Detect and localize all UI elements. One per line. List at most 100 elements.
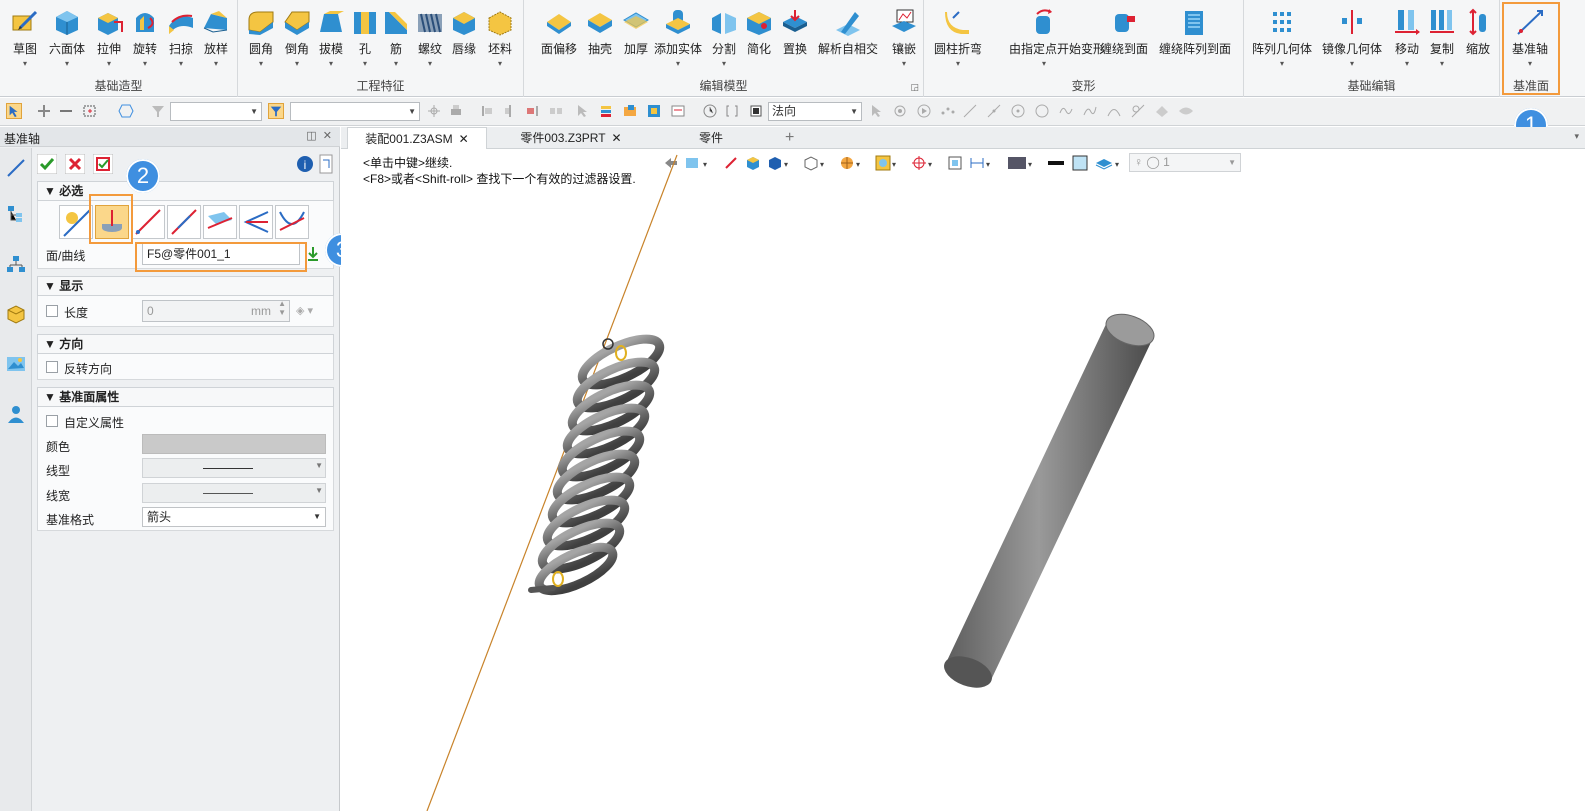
box-icon (56, 11, 78, 35)
spring-model[interactable] (528, 330, 666, 600)
spinner-icon[interactable]: ▲ ▼ (278, 299, 286, 317)
color-swatch[interactable] (142, 434, 326, 454)
help-book-icon[interactable] (319, 154, 333, 174)
ribbon-group-basic-edit: 阵列几何体 ▾ 镜像几何体 ▾ 移动 ▾ 复制 ▾ 缩放 基础编辑 (1244, 0, 1500, 97)
section-header-direction[interactable]: ▼ 方向 (37, 334, 334, 354)
ribbon-btn-scale[interactable]: 缩放 (1458, 6, 1498, 76)
select-icon[interactable] (6, 103, 22, 119)
print-icon[interactable] (448, 103, 464, 119)
ribbon-btn-replace[interactable]: 置换 (775, 6, 815, 76)
reverse-direction-checkbox[interactable] (46, 361, 58, 373)
pointer-icon[interactable] (574, 103, 590, 119)
ribbon-group-label: 编辑模型 (699, 79, 748, 93)
user-icon[interactable] (6, 404, 26, 424)
stop-icon[interactable] (748, 103, 764, 119)
info-icon[interactable]: i (295, 154, 315, 174)
tab-part-drw[interactable]: 零件003.Z3DRW✕ (651, 127, 771, 167)
ribbon-btn-mirror[interactable]: 镜像几何体 ▾ (1322, 6, 1382, 76)
spline-icon[interactable] (1082, 103, 1098, 119)
pin-icon[interactable]: ◫ (306, 130, 316, 142)
dialog-launcher-icon[interactable]: ◲ (910, 82, 919, 93)
attribute-icon[interactable] (646, 103, 662, 119)
mode-btn-angle[interactable] (239, 205, 273, 239)
snap-icon[interactable] (426, 103, 442, 119)
move-cross-icon[interactable] (36, 103, 52, 119)
arc-icon[interactable] (1106, 103, 1122, 119)
part-box-icon[interactable] (6, 304, 26, 324)
circle-center-icon[interactable] (1010, 103, 1026, 119)
apply-icon[interactable] (93, 154, 113, 174)
ribbon-btn-deform-from-point[interactable]: 由指定点开始变形 ▾ (1009, 6, 1105, 76)
align-right-icon[interactable] (524, 103, 540, 119)
ribbon-btn-blank[interactable]: 坯料 ▾ (480, 6, 520, 76)
eye-icon[interactable] (1178, 103, 1194, 119)
ribbon-group-label: 基础造型 (94, 79, 143, 93)
circle-icon[interactable] (1034, 103, 1050, 119)
selection-combo[interactable]: ▼ (290, 102, 420, 121)
points-icon[interactable] (940, 103, 956, 119)
length-input[interactable]: 0 mm ▲ ▼ (142, 299, 290, 322)
diag-line-icon[interactable] (962, 103, 978, 119)
filter-active-icon[interactable] (268, 103, 284, 119)
ribbon-btn-resolve-self-intersect[interactable]: 解析自相交 (818, 6, 878, 76)
mode-btn-lightbulb[interactable] (59, 205, 93, 239)
new-tab-button[interactable]: + (777, 127, 802, 149)
bracket-icon[interactable] (724, 103, 740, 119)
tangent-icon[interactable] (1130, 103, 1146, 119)
align-left-icon[interactable] (480, 103, 496, 119)
datum-format-select[interactable]: 箭头 ▼ (142, 507, 326, 527)
target-icon[interactable] (892, 103, 908, 119)
diag-line-2-icon[interactable] (986, 103, 1002, 119)
section-header-required[interactable]: ▼ 必选 (37, 181, 334, 201)
linewidth-select[interactable]: ▼ (142, 483, 326, 503)
history-icon[interactable] (702, 103, 718, 119)
close-icon[interactable]: ✕ (459, 132, 469, 146)
play-icon[interactable] (916, 103, 932, 119)
length-checkbox[interactable] (46, 305, 58, 317)
3d-viewport[interactable]: <单击中键>继续. <F8>或者<Shift-roll> 查找下一个有效的过滤器… (341, 150, 1585, 811)
tab-overflow-icon[interactable]: ▾ (1574, 131, 1579, 142)
download-arrow-icon[interactable] (306, 246, 320, 262)
mode-btn-curve-tangent[interactable] (275, 205, 309, 239)
ribbon-btn-inlay[interactable]: 镶嵌 ▾ (884, 6, 924, 76)
rod-model[interactable] (940, 308, 1159, 693)
section-header-display[interactable]: ▼ 显示 (37, 276, 334, 296)
cancel-x-icon[interactable] (65, 154, 85, 174)
direction-combo[interactable]: 法向 ▼ (768, 102, 862, 121)
linetype-select[interactable]: ▼ (142, 458, 326, 478)
mode-btn-plane-intersect[interactable] (203, 205, 237, 239)
close-icon[interactable]: ✕ (323, 130, 332, 142)
mode-btn-point-direction[interactable] (167, 205, 201, 239)
extrude-icon (98, 13, 123, 35)
ok-check-icon[interactable] (37, 154, 57, 174)
assembly-tree-icon[interactable] (6, 204, 26, 224)
close-icon[interactable]: ✕ (612, 131, 622, 145)
filter-icon[interactable] (150, 103, 166, 119)
material-icon[interactable] (622, 103, 638, 119)
distribute-icon[interactable] (548, 103, 564, 119)
ribbon-btn-wrap-pattern-to-face[interactable]: 缠绕阵列到面 (1159, 6, 1231, 76)
layers-icon[interactable] (598, 103, 614, 119)
wave-icon[interactable] (1058, 103, 1074, 119)
datum-axis-icon[interactable] (6, 158, 26, 178)
box-select-icon[interactable] (82, 103, 98, 119)
datum-axis-line[interactable] (426, 154, 678, 811)
custom-props-checkbox[interactable] (46, 415, 58, 427)
ribbon-btn-pattern[interactable]: 阵列几何体 ▾ (1252, 6, 1312, 76)
pick-icon[interactable] (868, 103, 884, 119)
tab-assembly[interactable]: 装配001.Z3ASM ✕ (347, 127, 487, 149)
measure-icon[interactable]: ◈ ▾ (296, 304, 313, 317)
filter-combo[interactable]: ▼ (170, 102, 262, 121)
ribbon-btn-cylinder-bend[interactable]: 圆柱折弯 ▾ (934, 6, 982, 76)
section-header-datum-props[interactable]: ▼ 基准面属性 (37, 387, 334, 407)
line-icon[interactable] (58, 103, 74, 119)
mode-btn-two-points[interactable] (131, 205, 165, 239)
image-icon[interactable] (6, 354, 26, 374)
tab-part-prt[interactable]: 零件003.Z3PRT ✕ (511, 127, 631, 149)
fill-icon[interactable] (1154, 103, 1170, 119)
ribbon-btn-wrap-to-face[interactable]: 缠绕到面 (1100, 6, 1148, 76)
align-center-icon[interactable] (502, 103, 518, 119)
info-tag-icon[interactable] (670, 103, 686, 119)
hexagon-icon[interactable] (118, 103, 134, 119)
history-tree-icon[interactable] (6, 254, 26, 274)
